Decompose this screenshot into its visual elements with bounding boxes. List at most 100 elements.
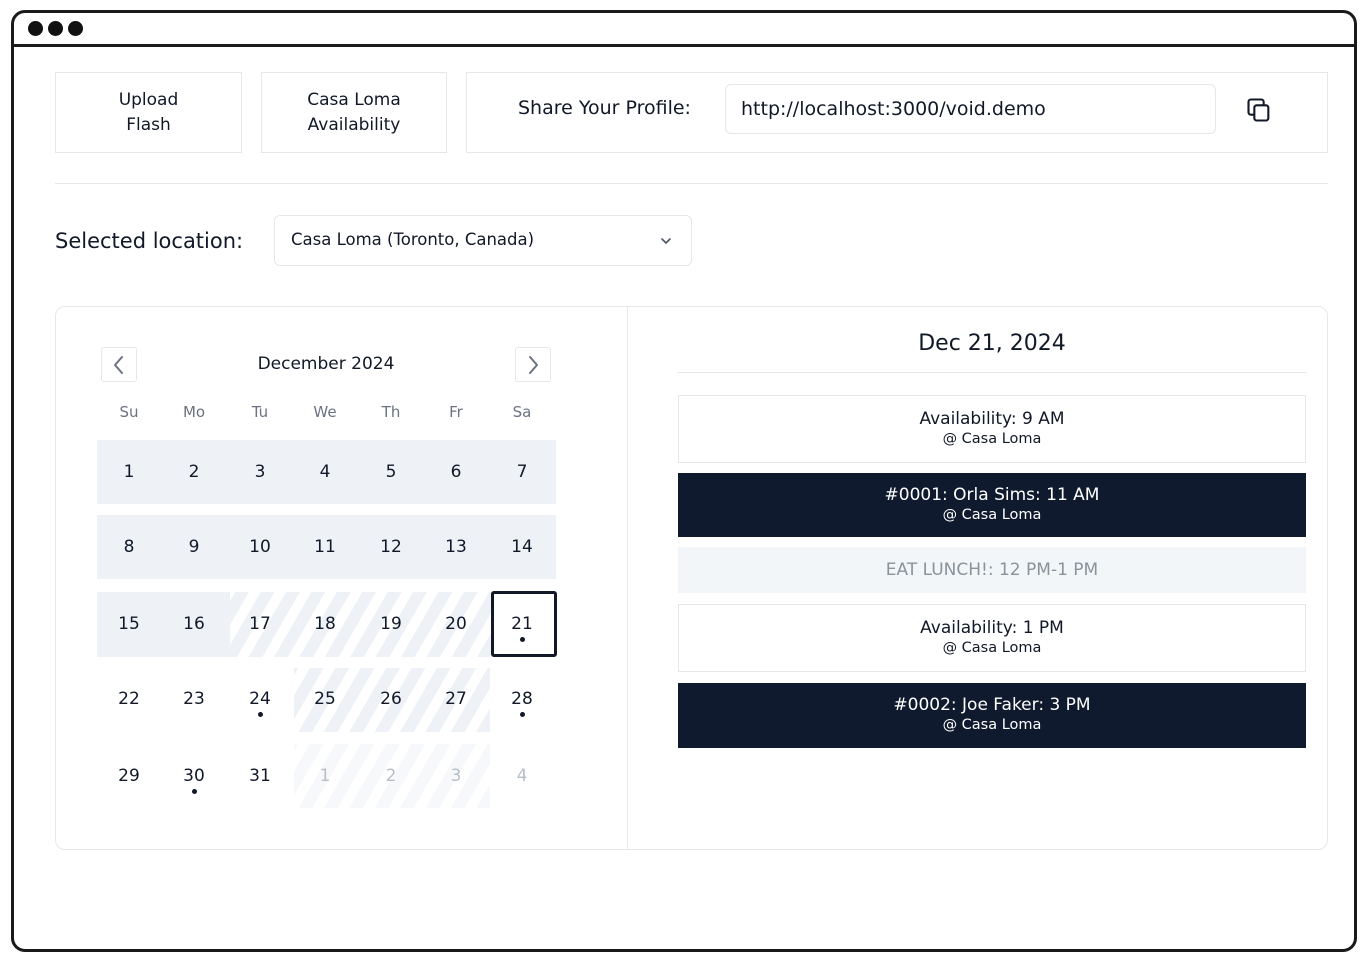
calendar-day[interactable]: 29 [96,766,162,786]
date-heading-rule [678,372,1306,373]
prev-month-button[interactable] [101,347,137,382]
section-divider [55,183,1328,184]
day-number: 4 [516,766,528,786]
calendar-day[interactable]: 12 [358,537,424,557]
window-titlebar [14,13,1354,47]
calendar-day[interactable]: 25 [292,689,358,709]
share-profile-card: Share Your Profile: http://localhost:300… [466,72,1328,153]
weekday-label: Mo [182,403,206,421]
calendar-day[interactable]: 9 [161,537,227,557]
chevron-right-icon [529,355,538,374]
calendar-day[interactable]: 30 [161,766,227,794]
day-number: 3 [254,462,266,482]
day-number: 2 [188,462,200,482]
day-number: 17 [249,614,271,634]
window-dot-icon [28,21,43,36]
calendar-day[interactable]: 16 [161,614,227,634]
day-number: 24 [249,689,271,709]
day-number: 12 [380,537,402,557]
day-number: 8 [123,537,135,557]
calendar-day[interactable]: 3 [423,766,489,786]
day-number: 15 [118,614,140,634]
day-number: 29 [118,766,140,786]
day-number: 31 [249,766,271,786]
app-window: Upload Flash Casa Loma Availability Shar… [11,10,1357,952]
calendar-day[interactable]: 22 [96,689,162,709]
slot-location: @ Casa Loma [942,507,1042,523]
day-number: 21 [511,614,533,634]
day-number: 23 [183,689,205,709]
location-label: Selected location: [55,229,244,253]
day-number: 7 [516,462,528,482]
copy-icon[interactable] [1245,96,1273,124]
weekday-label: We [313,403,337,421]
availability-button[interactable]: Casa Loma Availability [261,72,447,153]
window-dot-icon [68,21,83,36]
calendar-day[interactable]: 14 [489,537,555,557]
day-number: 1 [319,766,331,786]
day-number: 19 [380,614,402,634]
day-number: 11 [314,537,336,557]
calendar-day[interactable]: 4 [292,462,358,482]
slot-location: @ Casa Loma [942,640,1042,656]
day-number: 20 [445,614,467,634]
availability-slot[interactable]: Availability: 9 AM @ Casa Loma [678,395,1306,463]
window-dot-icon [48,21,63,36]
slot-title: EAT LUNCH!: 12 PM-1 PM [885,560,1099,580]
day-number: 13 [445,537,467,557]
day-number: 14 [511,537,533,557]
day-number: 4 [319,462,331,482]
break-slot: EAT LUNCH!: 12 PM-1 PM [678,547,1306,593]
calendar-day[interactable]: 5 [358,462,424,482]
slot-location: @ Casa Loma [942,431,1042,447]
calendar-day[interactable]: 17 [227,614,293,634]
share-url-field[interactable]: http://localhost:3000/void.demo [725,84,1216,134]
calendar-day[interactable]: 26 [358,689,424,709]
calendar-day[interactable]: 20 [423,614,489,634]
calendar-day[interactable]: 8 [96,537,162,557]
weekday-label: Th [381,403,401,421]
calendar-day[interactable]: 13 [423,537,489,557]
day-number: 5 [385,462,397,482]
calendar-day[interactable]: 18 [292,614,358,634]
calendar-day[interactable]: 6 [423,462,489,482]
day-number: 9 [188,537,200,557]
slot-title: #0001: Orla Sims: 11 AM [884,485,1100,505]
day-number: 18 [314,614,336,634]
day-number: 6 [450,462,462,482]
selected-date-heading: Dec 21, 2024 [918,331,1066,356]
day-number: 25 [314,689,336,709]
calendar-day[interactable]: 2 [161,462,227,482]
calendar-day[interactable]: 1 [292,766,358,786]
next-month-button[interactable] [515,347,551,382]
chevron-left-icon [114,355,123,374]
booking-slot[interactable]: #0001: Orla Sims: 11 AM @ Casa Loma [678,473,1306,537]
calendar-day[interactable]: 2 [358,766,424,786]
calendar-day[interactable]: 7 [489,462,555,482]
weekday-label: Sa [512,403,532,421]
weekday-label: Tu [251,403,269,421]
share-profile-label: Share Your Profile: [518,97,691,119]
location-select[interactable]: Casa Loma (Toronto, Canada) [274,215,692,266]
calendar-day[interactable]: 11 [292,537,358,557]
calendar-day[interactable]: 10 [227,537,293,557]
calendar-day[interactable]: 28 [489,689,555,717]
calendar-day[interactable]: 31 [227,766,293,786]
chevron-down-icon [661,238,671,244]
calendar-day[interactable]: 1 [96,462,162,482]
event-dot-icon [519,637,525,642]
calendar-day-selected[interactable]: 21 [489,614,555,642]
calendar-day[interactable]: 15 [96,614,162,634]
calendar-day[interactable]: 19 [358,614,424,634]
calendar-day[interactable]: 27 [423,689,489,709]
weekday-label: Su [119,403,139,421]
calendar-day[interactable]: 24 [227,689,293,717]
calendar-day[interactable]: 4 [489,766,555,786]
calendar-day[interactable]: 23 [161,689,227,709]
day-number: 2 [385,766,397,786]
month-title: December 2024 [257,354,395,374]
upload-flash-button[interactable]: Upload Flash [55,72,242,153]
availability-slot[interactable]: Availability: 1 PM @ Casa Loma [678,604,1306,672]
calendar-day[interactable]: 3 [227,462,293,482]
booking-slot[interactable]: #0002: Joe Faker: 3 PM @ Casa Loma [678,683,1306,748]
